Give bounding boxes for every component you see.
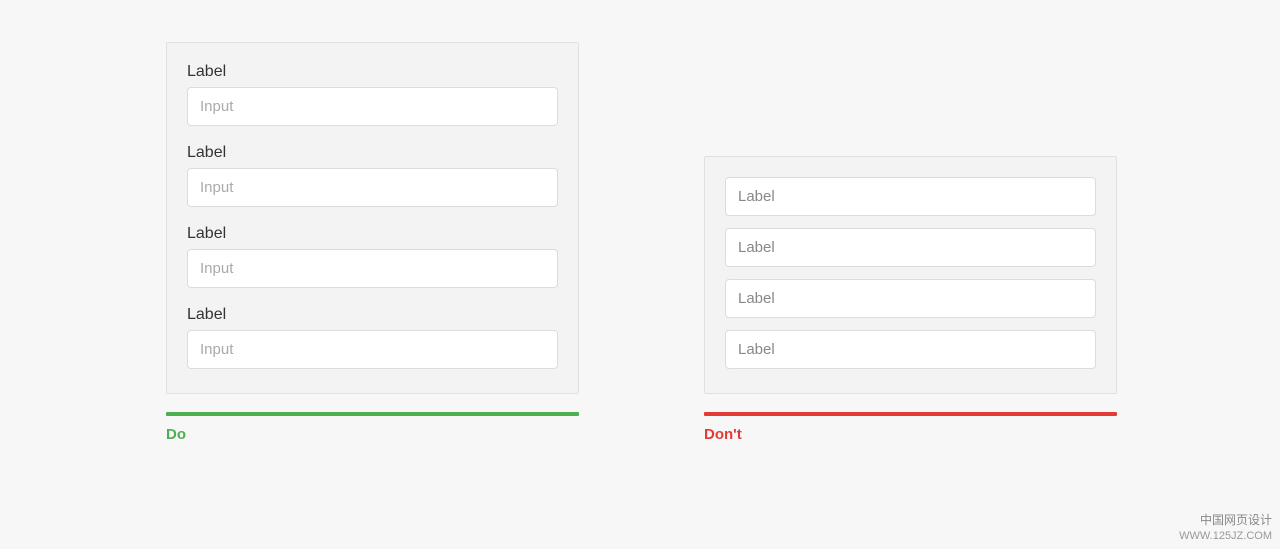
- dont-caption: Don't: [704, 426, 1117, 443]
- text-input[interactable]: [725, 228, 1096, 267]
- field-label: Label: [187, 306, 558, 324]
- text-input[interactable]: [725, 330, 1096, 369]
- watermark-line1: 中国网页设计: [1179, 513, 1272, 529]
- form-field: Label: [187, 225, 558, 288]
- text-input[interactable]: [725, 279, 1096, 318]
- field-label: Label: [187, 144, 558, 162]
- watermark: 中国网页设计 WWW.125JZ.COM: [1179, 513, 1272, 543]
- form-field: Label: [187, 144, 558, 207]
- dont-example: Don't: [704, 156, 1117, 443]
- do-indicator-bar: [166, 412, 579, 416]
- field-label: Label: [187, 63, 558, 81]
- dont-indicator-bar: [704, 412, 1117, 416]
- text-input[interactable]: [187, 87, 558, 126]
- dont-card: [704, 156, 1117, 394]
- watermark-line2: WWW.125JZ.COM: [1179, 529, 1272, 543]
- text-input[interactable]: [725, 177, 1096, 216]
- text-input[interactable]: [187, 330, 558, 369]
- text-input[interactable]: [187, 168, 558, 207]
- form-field: Label: [187, 63, 558, 126]
- field-label: Label: [187, 225, 558, 243]
- text-input[interactable]: [187, 249, 558, 288]
- do-caption: Do: [166, 426, 579, 443]
- do-example: Label Label Label Label Do: [166, 42, 579, 443]
- form-field: Label: [187, 306, 558, 369]
- do-card: Label Label Label Label: [166, 42, 579, 394]
